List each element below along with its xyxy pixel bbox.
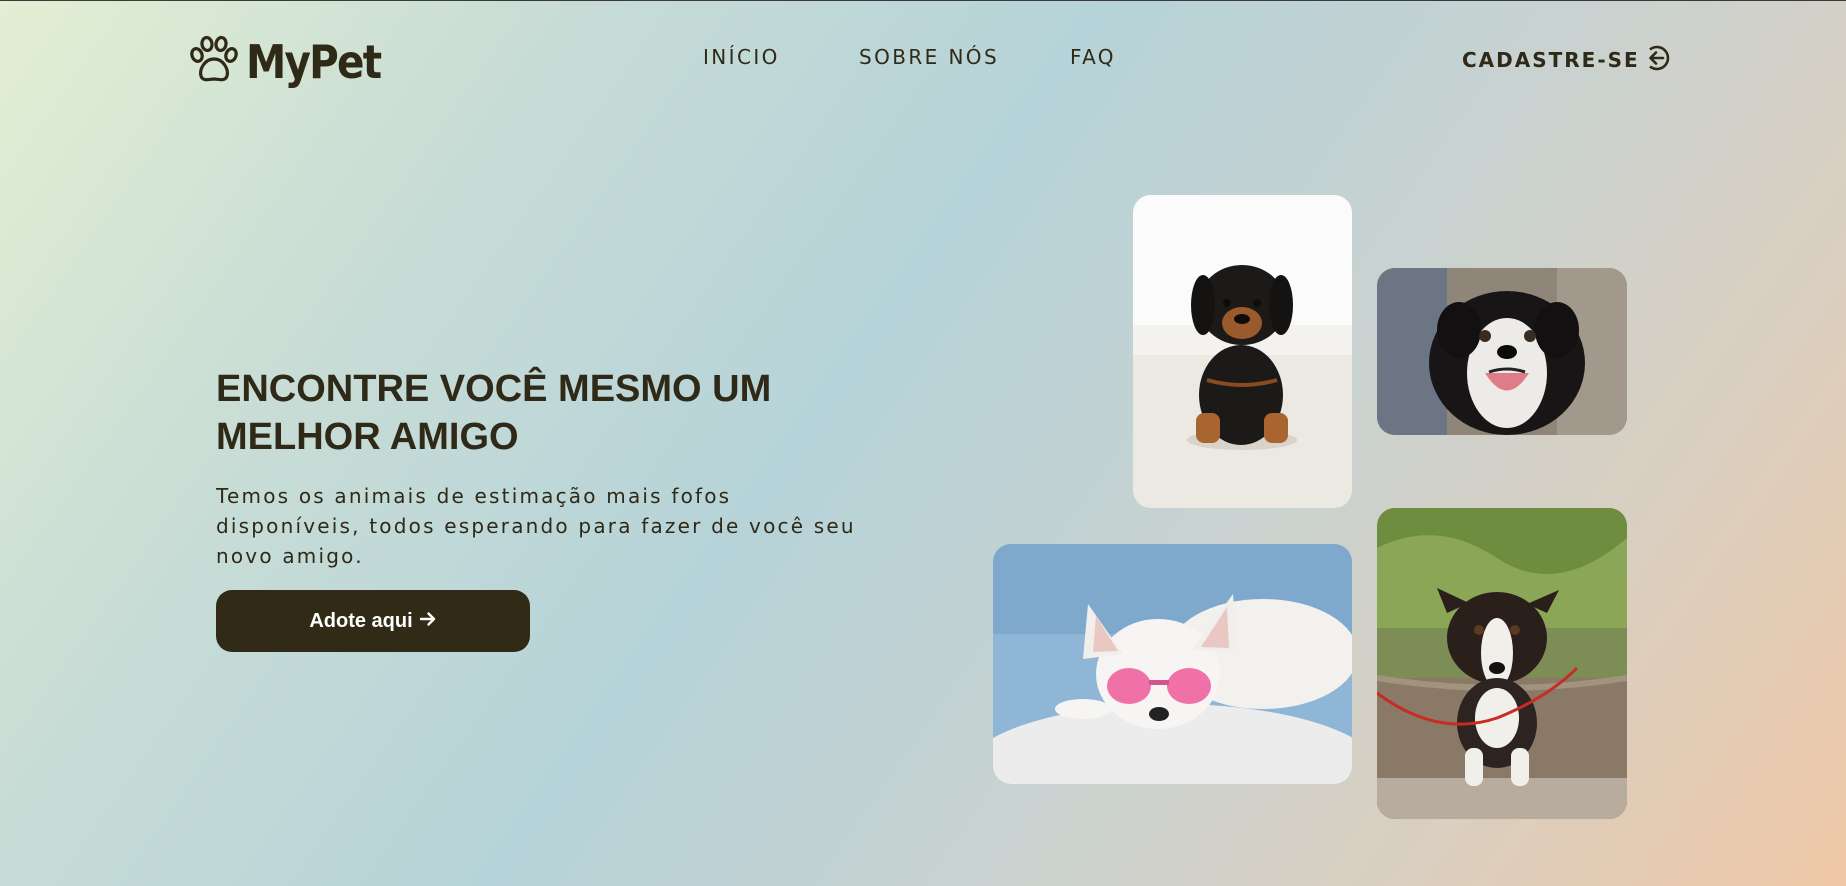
nav-item-sobre-nos[interactable]: SOBRE NÓS <box>859 45 999 69</box>
sign-in-arrow-icon <box>1642 44 1670 76</box>
adopt-button[interactable]: Adote aqui <box>216 590 530 652</box>
paw-icon <box>188 35 240 89</box>
arrow-right-icon <box>419 610 437 632</box>
signup-button[interactable]: CADASTRE-SE <box>1462 44 1670 76</box>
signup-label: CADASTRE-SE <box>1462 48 1640 72</box>
photo-border-collie-happy <box>1377 268 1627 435</box>
adopt-button-label: Adote aqui <box>309 609 413 632</box>
photo-border-collie-puppy <box>1377 508 1627 819</box>
nav-item-inicio[interactable]: INÍCIO <box>703 45 780 69</box>
hero-description: Temos os animais de estimação mais fofos… <box>216 484 856 568</box>
nav-item-faq[interactable]: FAQ <box>1070 45 1116 69</box>
hero-title: ENCONTRE VOCÊ MESMO UM MELHOR AMIGO <box>216 368 772 458</box>
brand-name: MyPet <box>246 35 382 89</box>
photo-white-dog-sunglasses <box>993 544 1352 784</box>
photo-puppy-black-tan <box>1133 195 1352 508</box>
brand-logo[interactable]: MyPet <box>188 31 399 93</box>
